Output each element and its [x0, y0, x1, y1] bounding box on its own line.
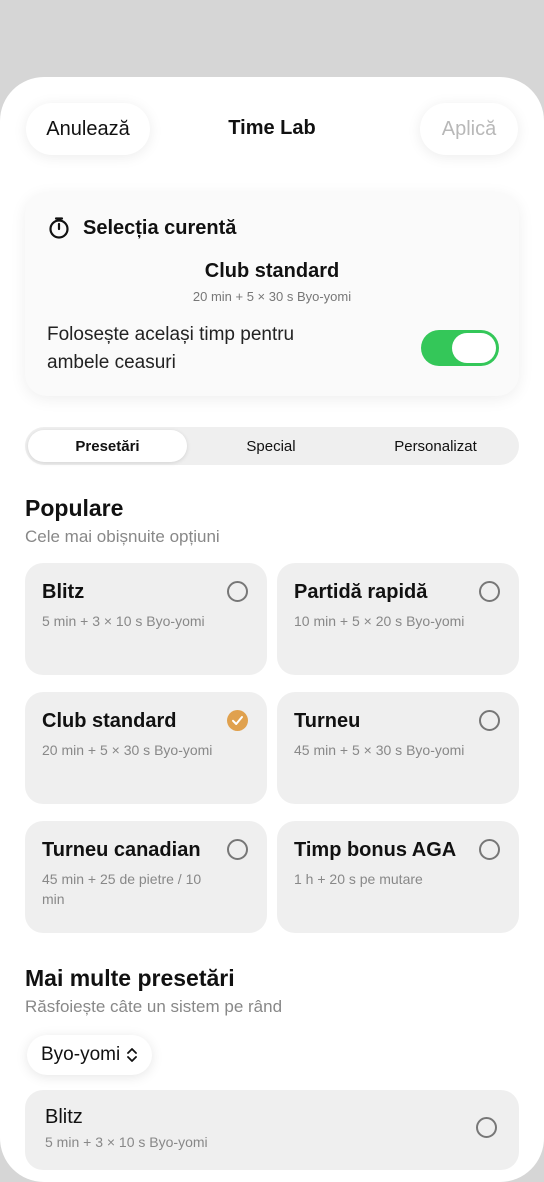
- preset-name: Blitz: [42, 581, 85, 603]
- checked-radio-icon: [227, 710, 248, 731]
- radio-icon: [227, 581, 248, 602]
- system-select-value: Byo-yomi: [41, 1044, 121, 1065]
- preset-tile[interactable]: Turneu 45 min + 5 × 30 s Byo-yomi: [277, 692, 519, 804]
- list-item-name: Blitz: [45, 1106, 83, 1128]
- header: Anulează Time Lab Aplică: [0, 77, 544, 187]
- preset-name: Partidă rapidă: [294, 581, 428, 603]
- more-presets-subtitle: Răsfoiește câte un sistem pe rând: [25, 997, 283, 1016]
- popular-section-title: Populare: [25, 495, 124, 521]
- radio-icon: [479, 581, 500, 602]
- same-time-toggle[interactable]: [421, 330, 499, 366]
- current-selection-card: Selecția curentă Club standard 20 min + …: [25, 193, 519, 396]
- time-lab-sheet: Anulează Time Lab Aplică Selecția curent…: [0, 77, 544, 1182]
- tab-special[interactable]: Special: [190, 430, 352, 462]
- preset-detail: 10 min + 5 × 20 s Byo-yomi: [294, 613, 465, 629]
- same-time-label: Folosește același timp pentru ambele cea…: [47, 324, 295, 373]
- preset-name: Timp bonus AGA: [294, 839, 457, 861]
- current-preset-name: Club standard: [204, 260, 340, 282]
- preset-tile[interactable]: Blitz 5 min + 3 × 10 s Byo-yomi: [25, 563, 267, 675]
- apply-button[interactable]: Aplică: [420, 103, 518, 155]
- preset-detail: 20 min + 5 × 30 s Byo-yomi: [42, 742, 213, 758]
- timer-icon: [49, 217, 69, 239]
- preset-detail: 45 min + 25 de pietre / 10 min: [42, 871, 202, 907]
- preset-tile[interactable]: Club standard 20 min + 5 × 30 s Byo-yomi: [25, 692, 267, 804]
- list-item-detail: 5 min + 3 × 10 s Byo-yomi: [45, 1134, 208, 1150]
- tab-custom[interactable]: Personalizat: [355, 430, 516, 462]
- checkmark-icon: [232, 716, 243, 725]
- preset-name: Club standard: [42, 710, 177, 732]
- radio-icon: [476, 1117, 497, 1138]
- preset-tile[interactable]: Timp bonus AGA 1 h + 20 s pe mutare: [277, 821, 519, 933]
- tab-presets[interactable]: Presetări: [28, 430, 187, 462]
- preset-detail: 5 min + 3 × 10 s Byo-yomi: [42, 613, 205, 629]
- preset-tile[interactable]: Partidă rapidă 10 min + 5 × 20 s Byo-yom…: [277, 563, 519, 675]
- radio-icon: [227, 839, 248, 860]
- current-selection-heading: Selecția curentă: [47, 216, 236, 240]
- radio-icon: [479, 710, 500, 731]
- system-select[interactable]: Byo-yomi: [27, 1035, 153, 1075]
- popular-section-subtitle: Cele mai obișnuite opțiuni: [25, 527, 220, 546]
- current-preset-detail: 20 min + 5 × 30 s Byo-yomi: [192, 289, 352, 304]
- toggle-knob: [452, 333, 496, 363]
- preset-detail: 45 min + 5 × 30 s Byo-yomi: [294, 742, 465, 758]
- chevron-up-down-icon: [127, 1048, 138, 1062]
- radio-icon: [479, 839, 500, 860]
- list-item[interactable]: Blitz 5 min + 3 × 10 s Byo-yomi: [25, 1090, 519, 1170]
- preset-name: Turneu canadian: [42, 839, 201, 861]
- preset-type-tabs: Presetări Special Personalizat: [25, 427, 519, 465]
- preset-detail: 1 h + 20 s pe mutare: [294, 871, 423, 887]
- preset-name: Turneu: [294, 710, 361, 732]
- current-selection-title: Selecția curentă: [83, 216, 237, 239]
- preset-tile[interactable]: Turneu canadian 45 min + 25 de pietre / …: [25, 821, 267, 933]
- more-presets-title: Mai multe presetări: [25, 965, 235, 991]
